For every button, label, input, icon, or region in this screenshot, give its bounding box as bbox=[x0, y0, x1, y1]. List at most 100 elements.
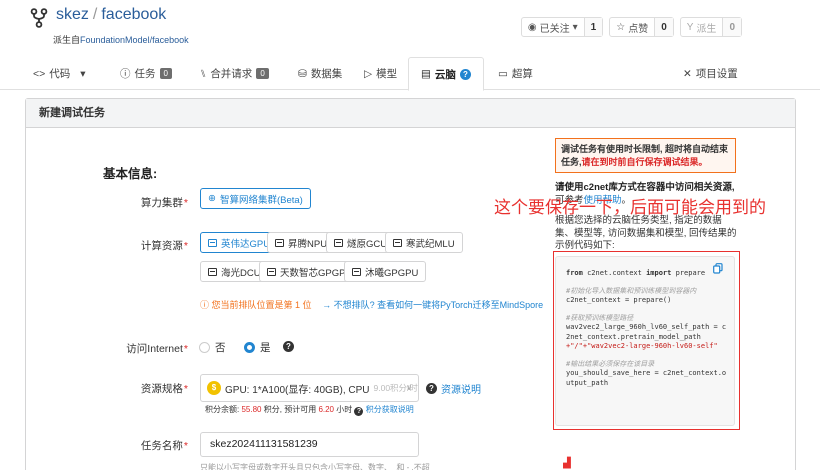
radio-label: 是 bbox=[260, 342, 271, 354]
forked-from-link[interactable]: FoundationModel/facebook bbox=[80, 35, 189, 45]
help-icon[interactable]: ? bbox=[283, 341, 294, 352]
radio-dot bbox=[199, 342, 210, 353]
resource-option-cambricon-mlu[interactable]: 寒武纪MLU bbox=[385, 232, 463, 253]
annotation-text: 这个要保存一下，后面可能会用到的 bbox=[494, 198, 766, 218]
compute-resource-label-text: 计算资源 bbox=[140, 240, 183, 252]
internet-label-text: 访问Internet bbox=[126, 343, 183, 355]
tab-settings-label: 项目设置 bbox=[695, 68, 738, 80]
fork-button[interactable]: Y 派生 0 bbox=[679, 17, 742, 37]
repo-name-link[interactable]: facebook bbox=[101, 6, 166, 23]
cluster-option-label: 智算网络集群(Beta) bbox=[219, 194, 303, 206]
basic-info-heading: 基本信息: bbox=[103, 167, 158, 181]
spec-help-link[interactable]: 资源说明 bbox=[441, 381, 481, 396]
tab-pull-requests[interactable]: ⑊ 合并请求 0 bbox=[200, 57, 269, 90]
tab-pull-requests-label: 合并请求 bbox=[210, 68, 253, 80]
radio-label: 否 bbox=[215, 342, 226, 354]
tab-code[interactable]: <> 代码 ▾ bbox=[33, 57, 86, 90]
model-icon: ▷ bbox=[364, 67, 373, 80]
dataset-icon: ⛁ bbox=[298, 67, 307, 80]
tab-datasets[interactable]: ⛁ 数据集 bbox=[298, 57, 342, 90]
tab-issues-label: 任务 bbox=[134, 68, 156, 80]
queue-position-text: 您当前排队位置是第 1 位 bbox=[211, 300, 312, 310]
task-name-label-text: 任务名称 bbox=[140, 440, 183, 452]
resource-option-label: 昇腾NPU bbox=[288, 238, 328, 250]
compute-cluster-label: 算力集群* bbox=[141, 195, 188, 210]
annotation-highlight-box bbox=[553, 251, 740, 430]
tab-code-label: 代码 bbox=[49, 68, 71, 80]
fork-label: 派生 bbox=[696, 23, 717, 35]
tab-supercompute[interactable]: ▭ 超算 bbox=[498, 57, 533, 90]
internet-no-radio[interactable]: 否 bbox=[199, 340, 226, 355]
warning-icon: ⓘ bbox=[200, 300, 210, 310]
compute-cluster-label-text: 算力集群 bbox=[140, 197, 183, 209]
pull-request-count-badge: 0 bbox=[256, 68, 269, 79]
repo-separator: / bbox=[92, 6, 98, 23]
spec-select[interactable]: $ GPU: 1*A100(显存: 40GB), CPU 9.00积分/时 ∨ bbox=[200, 374, 419, 402]
chip-icon bbox=[275, 238, 284, 247]
required-mark: * bbox=[183, 383, 188, 395]
resource-option-metax-gpgpu[interactable]: 沐曦GPGPU bbox=[344, 261, 427, 282]
tab-datasets-label: 数据集 bbox=[310, 68, 343, 80]
tab-cloudbrain-label: 云脑 bbox=[434, 68, 456, 81]
time-limit-warning: 调试任务有使用时长限制, 超时将自动结束任务,请在到时前自行保存调试结果。 bbox=[555, 138, 736, 173]
repo-tabs: <> 代码 ▾ ⓘ 任务 0 ⑊ 合并请求 0 ⛁ 数据集 ▷ 模型 ▤ 云脑? ▭ 超算 ✕ 项目设… bbox=[0, 57, 820, 91]
migrate-link[interactable]: → 不想排队? 查看如何一键将PyTorch迁移至MindSpore bbox=[322, 300, 543, 310]
chip-icon bbox=[393, 238, 402, 247]
balance-label: 积分余额: bbox=[205, 405, 240, 414]
chip-icon bbox=[208, 238, 217, 247]
internet-yes-radio[interactable]: 是 bbox=[244, 340, 271, 355]
repo-header: skez / facebook 派生自FoundationModel/faceboo… bbox=[0, 0, 820, 52]
points-help-link[interactable]: 积分获取说明 bbox=[366, 405, 414, 414]
spec-label-text: 资源规格 bbox=[140, 383, 183, 395]
settings-icon: ✕ bbox=[683, 67, 692, 80]
star-button[interactable]: ☆ 点赞 0 bbox=[609, 17, 674, 37]
forked-prefix: 派生自 bbox=[53, 35, 81, 45]
watch-count: 1 bbox=[583, 18, 603, 36]
issue-count-badge: 0 bbox=[159, 68, 172, 79]
chevron-down-icon: ▾ bbox=[572, 21, 578, 33]
task-name-input[interactable]: skez202411131581239 bbox=[200, 432, 419, 457]
feedback-icon[interactable]: ▟ bbox=[563, 458, 571, 469]
required-mark: * bbox=[183, 343, 188, 355]
tab-issues[interactable]: ⓘ 任务 0 bbox=[120, 57, 172, 90]
points-info: 积分余额: 55.80 积分, 预计可用 6.20 小时 ? 积分获取说明 bbox=[205, 404, 414, 416]
guide-bold-text: 请使用c2net库方式在容器中访问相关资源, bbox=[555, 182, 735, 193]
forked-from: 派生自FoundationModel/facebook bbox=[53, 33, 189, 46]
cloudbrain-icon: ▤ bbox=[421, 68, 431, 80]
chevron-down-icon: ∨ bbox=[406, 383, 412, 392]
star-count: 0 bbox=[654, 18, 673, 36]
spec-help[interactable]: ? 资源说明 bbox=[426, 381, 481, 396]
repo-owner-link[interactable]: skez bbox=[56, 6, 89, 23]
tab-models-label: 模型 bbox=[376, 68, 398, 80]
star-label: 点赞 bbox=[628, 23, 649, 35]
help-icon: ? bbox=[426, 383, 437, 394]
watch-button[interactable]: ◉ 已关注 ▾ 1 bbox=[520, 17, 604, 37]
tab-models[interactable]: ▷ 模型 bbox=[364, 57, 397, 90]
resource-option-label: 沐曦GPGPU bbox=[365, 267, 419, 279]
star-icon: ☆ bbox=[616, 21, 626, 33]
help-icon[interactable]: ? bbox=[459, 68, 471, 80]
issue-icon: ⓘ bbox=[120, 68, 131, 80]
cluster-option-button[interactable]: ⊕ 智算网络集群(Beta) bbox=[200, 188, 311, 209]
tab-cloudbrain[interactable]: ▤ 云脑? bbox=[408, 57, 484, 91]
chip-icon bbox=[334, 238, 343, 247]
resource-option-label: 海光DCU bbox=[221, 267, 261, 279]
help-icon[interactable]: ? bbox=[354, 407, 364, 416]
balance-unit: 积分, bbox=[263, 405, 282, 414]
radio-dot bbox=[244, 342, 255, 353]
resource-option-label: 英伟达GPU bbox=[221, 238, 271, 250]
chip-icon bbox=[208, 267, 217, 276]
globe-icon: ⊕ bbox=[208, 193, 216, 204]
resource-option-ascend-npu[interactable]: 昇腾NPU bbox=[267, 232, 336, 253]
fork-count: 0 bbox=[722, 18, 741, 36]
balance-value: 55.80 bbox=[241, 405, 262, 414]
repo-fork-icon bbox=[30, 8, 48, 28]
required-mark: * bbox=[183, 197, 188, 209]
pull-request-icon: ⑊ bbox=[200, 67, 207, 80]
fork-icon: Y bbox=[686, 21, 694, 33]
chevron-down-icon: ▾ bbox=[80, 67, 86, 80]
tab-supercompute-label: 超算 bbox=[511, 68, 533, 80]
chip-icon bbox=[352, 267, 361, 276]
tab-settings[interactable]: ✕ 项目设置 bbox=[683, 57, 738, 90]
internet-label: 访问Internet* bbox=[126, 341, 188, 356]
